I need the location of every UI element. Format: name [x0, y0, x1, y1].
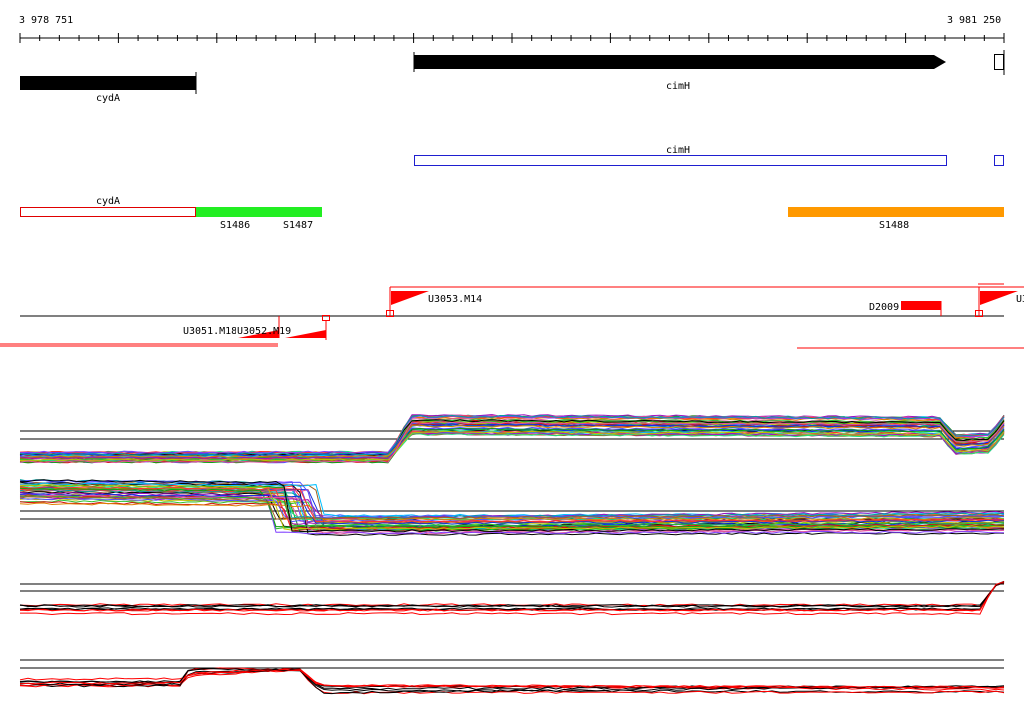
feature-u3052-label: U3052.M19 [237, 326, 291, 337]
track3-profile [19, 581, 1005, 607]
feature-u3-label: U3 [1016, 294, 1024, 305]
gene-partial-box[interactable] [994, 54, 1004, 70]
gene-cimH-label: cimH [666, 81, 690, 92]
segment-S1488-bar[interactable] [788, 207, 1004, 217]
segment-S1486-S1487-bar[interactable] [196, 207, 322, 217]
track4-profile [19, 669, 1005, 695]
annotation-cydA-box[interactable] [20, 207, 196, 217]
feature-d2009-bar[interactable] [901, 301, 941, 310]
segment-S1488-label: S1488 [879, 220, 909, 231]
feature-u3053-label: U3053.M14 [428, 294, 482, 305]
segment-S1486-label: S1486 [220, 220, 250, 231]
ruler-start-label: 3 978 751 [19, 15, 73, 26]
genome-browser-canvas: 3 978 751 3 981 250 cydA cimH cimH cydA … [0, 15, 1024, 695]
feature-u3053-flag-icon[interactable] [391, 291, 429, 305]
feature-u3-flag-icon[interactable] [980, 291, 1018, 305]
feature-d2009-label: D2009 [869, 302, 899, 313]
segment-S1487-label: S1487 [283, 220, 313, 231]
annotation-partial-box[interactable] [994, 155, 1004, 166]
feature-u3051-label: U3051.M18 [183, 326, 237, 337]
track3-profile [19, 580, 1005, 608]
gene-track: cydA cimH [20, 50, 1005, 104]
annotation-cimH-label: cimH [666, 145, 690, 156]
coordinate-ruler: 3 978 751 3 981 250 [19, 15, 1005, 43]
track3-profile [19, 581, 1005, 608]
annotation-cydA-label: cydA [96, 196, 120, 207]
annotation-cimH-box[interactable] [414, 155, 947, 166]
expression-tracks [19, 413, 1005, 695]
gene-cimH-arrow[interactable] [414, 55, 946, 69]
ruler-end-label: 3 981 250 [947, 15, 1001, 26]
gene-cydA-bar[interactable] [20, 76, 196, 90]
feature-track: U3053.M14 D2009 U3 U3051.M18 U3052.M19 [0, 283, 1024, 349]
gene-cydA-label: cydA [96, 93, 120, 104]
annotation-track: cimH cydA S1486 S1487 S1488 [20, 145, 1004, 231]
